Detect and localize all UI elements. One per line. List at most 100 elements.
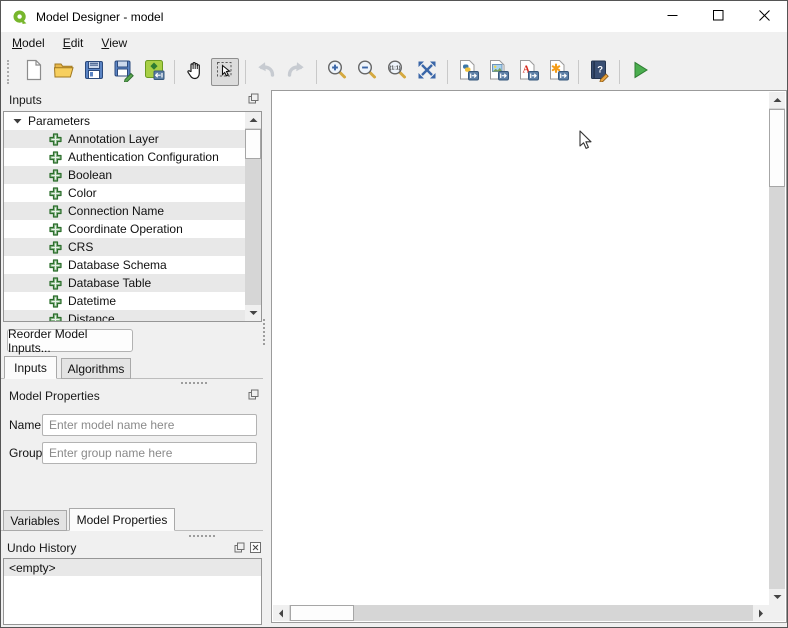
scrollbar-corner: [769, 605, 785, 621]
close-button[interactable]: [741, 1, 787, 32]
canvas-horizontal-scrollbar[interactable]: [273, 605, 769, 621]
model-canvas[interactable]: [271, 90, 787, 623]
model-name-input[interactable]: [42, 414, 257, 436]
add-parameter-icon: [49, 259, 62, 272]
export-as-pdf-button[interactable]: A: [514, 58, 542, 86]
scroll-thumb[interactable]: [290, 605, 354, 621]
parameters-tree: Parameters Annotation Layer: [3, 111, 262, 322]
parameter-item[interactable]: Color: [4, 184, 261, 202]
export-as-python-button[interactable]: [454, 58, 482, 86]
undo-history-float-button[interactable]: [233, 541, 246, 554]
undo-history-list: <empty>: [3, 558, 262, 625]
parameter-item[interactable]: Authentication Configuration: [4, 148, 261, 166]
toolbar-separator: [174, 60, 175, 84]
undo-history-close-button[interactable]: [249, 541, 262, 554]
scroll-up-button[interactable]: [769, 92, 785, 108]
save-icon: [82, 58, 106, 85]
new-model-button[interactable]: [20, 58, 48, 86]
scroll-down-button[interactable]: [769, 589, 785, 605]
parameter-item[interactable]: Distance: [4, 310, 261, 322]
scroll-down-button[interactable]: [245, 305, 261, 321]
export-as-svg-button[interactable]: [544, 58, 572, 86]
edit-model-help-button[interactable]: ?: [585, 58, 613, 86]
parameter-item[interactable]: Connection Name: [4, 202, 261, 220]
svg-text:?: ?: [597, 65, 603, 76]
add-parameter-icon: [49, 205, 62, 218]
save-model-as-button[interactable]: [110, 58, 138, 86]
tree-scrollbar[interactable]: [245, 112, 261, 321]
zoom-out-icon: [355, 58, 379, 85]
add-parameter-icon: [49, 313, 62, 323]
titlebar[interactable]: Model Designer - model: [1, 1, 787, 33]
pdf-export-icon: A: [516, 58, 540, 85]
parameter-item[interactable]: Annotation Layer: [4, 130, 261, 148]
tab-variables[interactable]: Variables: [3, 510, 67, 531]
model-group-input[interactable]: [42, 442, 257, 464]
scroll-thumb[interactable]: [769, 109, 785, 187]
splitter-handle[interactable]: [189, 535, 215, 537]
zoom-in-button[interactable]: [323, 58, 351, 86]
menu-model[interactable]: Model: [3, 33, 54, 53]
maximize-button[interactable]: [695, 1, 741, 32]
add-parameter-icon: [49, 169, 62, 182]
toolbar-separator: [245, 60, 246, 84]
expand-collapse-icon[interactable]: [13, 118, 22, 124]
tree-root-parameters[interactable]: Parameters: [4, 112, 261, 130]
select-move-item-button[interactable]: [211, 58, 239, 86]
dock-splitter-handle[interactable]: [263, 319, 265, 345]
scroll-thumb[interactable]: [245, 129, 261, 159]
menu-view[interactable]: View: [92, 33, 136, 53]
save-model-in-project-button[interactable]: [140, 58, 168, 86]
parameter-label: Boolean: [68, 168, 112, 182]
folder-icon: [52, 58, 76, 85]
parameter-label: Connection Name: [68, 204, 164, 218]
add-parameter-icon: [49, 133, 62, 146]
splitter-handle[interactable]: [181, 382, 207, 384]
menu-edit[interactable]: Edit: [54, 33, 93, 53]
svg-export-icon: [546, 58, 570, 85]
inputs-panel-float-button[interactable]: [247, 92, 260, 105]
parameter-item[interactable]: CRS: [4, 238, 261, 256]
pan-tool-button[interactable]: [181, 58, 209, 86]
save-model-button[interactable]: [80, 58, 108, 86]
undo-history-item[interactable]: <empty>: [4, 559, 261, 576]
add-parameter-icon: [49, 241, 62, 254]
scroll-up-button[interactable]: [245, 112, 261, 128]
undo-history-title: Undo History: [7, 541, 76, 555]
tab-model-properties[interactable]: Model Properties: [69, 508, 175, 531]
canvas-vertical-scrollbar[interactable]: [769, 92, 785, 605]
parameter-item[interactable]: Database Table: [4, 274, 261, 292]
parameter-label: Distance: [68, 312, 115, 322]
parameter-item[interactable]: Database Schema: [4, 256, 261, 274]
zoom-in-icon: [325, 58, 349, 85]
scroll-left-button[interactable]: [273, 605, 289, 621]
export-as-image-button[interactable]: [484, 58, 512, 86]
group-label: Group: [9, 446, 42, 460]
undo-button[interactable]: [252, 58, 280, 86]
parameter-item[interactable]: Datetime: [4, 292, 261, 310]
menubar: Model Edit View: [1, 32, 787, 54]
parameter-list: Annotation Layer Authentication Configur…: [4, 130, 261, 322]
mouse-cursor: [579, 130, 595, 156]
parameter-item[interactable]: Coordinate Operation: [4, 220, 261, 238]
scroll-right-button[interactable]: [753, 605, 769, 621]
parameter-item[interactable]: Boolean: [4, 166, 261, 184]
toolbar-separator: [316, 60, 317, 84]
toolbar-separator: [447, 60, 448, 84]
parameter-label: Authentication Configuration: [68, 150, 219, 164]
open-model-button[interactable]: [50, 58, 78, 86]
redo-icon: [284, 58, 308, 85]
model-properties-float-button[interactable]: [247, 388, 260, 401]
minimize-button[interactable]: [649, 1, 695, 32]
zoom-out-button[interactable]: [353, 58, 381, 86]
zoom-actual-button[interactable]: (1:1): [383, 58, 411, 86]
tab-inputs[interactable]: Inputs: [4, 356, 57, 379]
run-model-button[interactable]: [626, 58, 654, 86]
reorder-model-inputs-button[interactable]: Reorder Model Inputs...: [7, 329, 133, 352]
parameter-label: Coordinate Operation: [68, 222, 183, 236]
toolbar-drag-handle[interactable]: [7, 60, 14, 84]
tab-algorithms[interactable]: Algorithms: [61, 358, 131, 379]
zoom-full-button[interactable]: [413, 58, 441, 86]
maximize-icon: [713, 10, 724, 24]
redo-button[interactable]: [282, 58, 310, 86]
